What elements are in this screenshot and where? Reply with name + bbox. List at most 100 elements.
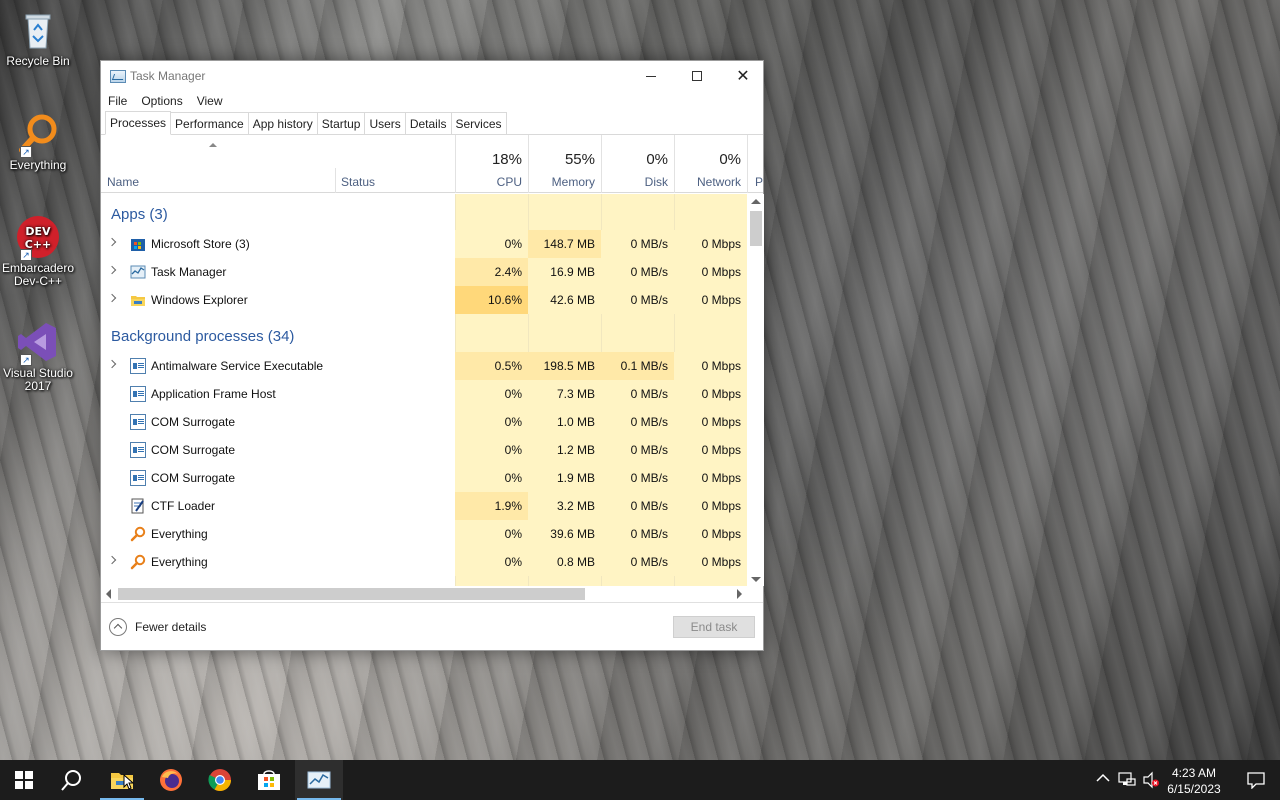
tab-startup[interactable]: Startup — [316, 112, 366, 134]
disk-value: 0 MB/s — [601, 436, 674, 464]
search-button[interactable] — [48, 760, 96, 800]
table-row[interactable]: COM Surrogate 0% 1.2 MB 0 MB/s 0 Mbps — [101, 436, 747, 464]
horizontal-scroll-thumb[interactable] — [118, 588, 585, 600]
folder-icon — [130, 292, 146, 308]
process-name: CTF Loader — [151, 499, 216, 513]
minimize-button[interactable] — [628, 61, 674, 91]
end-task-button[interactable]: End task — [673, 616, 755, 638]
table-row[interactable]: Application Frame Host 0% 7.3 MB 0 MB/s … — [101, 380, 747, 408]
desktop-icon-devcpp[interactable]: DEV C++ ↗ Embarcadero Dev-C++ — [2, 215, 74, 288]
process-list: Apps (3) Microsoft Store (3) 0% 148.7 MB… — [101, 194, 747, 586]
disk-value: 0 MB/s — [601, 230, 674, 258]
expand-chevron-icon[interactable] — [107, 293, 117, 303]
expand-chevron-icon[interactable] — [107, 359, 117, 369]
cpu-value: 0% — [455, 436, 528, 464]
mouse-cursor-icon — [123, 774, 135, 790]
cpu-value: 0.5% — [455, 352, 528, 380]
desktop-icon-label: Recycle Bin — [6, 54, 70, 68]
maximize-button[interactable] — [674, 61, 720, 91]
process-name: Everything — [151, 527, 208, 541]
minimize-icon — [646, 75, 656, 77]
close-button[interactable]: ✕ — [720, 61, 766, 91]
desktop-icon-label: Embarcadero Dev-C++ — [1, 261, 75, 288]
column-cpu[interactable]: 18% CPU — [455, 135, 528, 193]
menu-file[interactable]: File — [108, 94, 127, 108]
table-row[interactable]: Microsoft Store (3) 0% 148.7 MB 0 MB/s 0… — [101, 230, 747, 258]
firefox-icon — [160, 769, 182, 791]
scroll-down-arrow-icon[interactable] — [751, 577, 761, 582]
vertical-scroll-thumb[interactable] — [750, 211, 762, 246]
show-hidden-icons-chevron-icon[interactable] — [1096, 772, 1110, 786]
table-row[interactable]: Task Manager 2.4% 16.9 MB 0 MB/s 0 Mbps — [101, 258, 747, 286]
disk-value: 0.1 MB/s — [601, 352, 674, 380]
disk-value: 0 MB/s — [601, 492, 674, 520]
scroll-right-arrow-icon[interactable] — [737, 589, 742, 599]
taskbar-task-manager[interactable] — [295, 760, 343, 800]
desktop-icon-visual-studio[interactable]: ↗ Visual Studio 2017 — [2, 320, 74, 393]
tab-performance[interactable]: Performance — [170, 112, 249, 134]
column-disk[interactable]: 0% Disk — [601, 135, 674, 193]
tab-users[interactable]: Users — [364, 112, 406, 134]
volume-muted-icon[interactable] — [1142, 771, 1160, 792]
column-status[interactable]: Status — [335, 135, 455, 193]
desktop-icon-everything[interactable]: ↗ Everything — [2, 112, 74, 172]
service-window-icon — [130, 442, 146, 458]
desktop-icon-recycle-bin[interactable]: Recycle Bin — [2, 8, 74, 68]
column-memory[interactable]: 55% Memory — [528, 135, 601, 193]
expand-chevron-icon[interactable] — [107, 555, 117, 565]
process-name: COM Surrogate — [151, 443, 236, 457]
ctf-loader-icon — [130, 498, 146, 514]
network-value: 0 Mbps — [674, 230, 747, 258]
taskbar-microsoft-store[interactable] — [245, 760, 293, 800]
table-row[interactable]: Windows Explorer 10.6% 42.6 MB 0 MB/s 0 … — [101, 286, 747, 314]
start-button[interactable] — [0, 760, 48, 800]
cpu-value: 0% — [455, 408, 528, 436]
table-row[interactable]: COM Surrogate 0% 1.0 MB 0 MB/s 0 Mbps — [101, 408, 747, 436]
network-icon[interactable] — [1118, 771, 1136, 792]
fewer-details-button[interactable]: Fewer details — [109, 618, 206, 636]
system-tray — [1092, 760, 1162, 800]
vertical-scrollbar[interactable] — [748, 194, 764, 586]
table-row[interactable]: Everything 0% 0.8 MB 0 MB/s 0 Mbps — [101, 548, 747, 576]
disk-value: 0 MB/s — [601, 380, 674, 408]
menu-options[interactable]: Options — [141, 94, 182, 108]
table-row[interactable]: Antimalware Service Executable 0.5% 198.… — [101, 352, 747, 380]
column-name[interactable]: Name — [101, 135, 335, 193]
microsoft-store-icon — [130, 236, 146, 252]
table-row[interactable]: COM Surrogate 0% 1.9 MB 0 MB/s 0 Mbps — [101, 464, 747, 492]
taskbar-firefox[interactable] — [147, 760, 195, 800]
tab-strip: Processes Performance App history Startu… — [101, 111, 763, 135]
cpu-value: 2.4% — [455, 258, 528, 286]
taskbar-clock[interactable]: 4:23 AM 6/15/2023 — [1164, 765, 1224, 797]
taskbar-chrome[interactable] — [196, 760, 244, 800]
network-value: 0 Mbps — [674, 436, 747, 464]
notification-center-button[interactable] — [1232, 760, 1280, 800]
column-network[interactable]: 0% Network — [674, 135, 747, 193]
scroll-up-arrow-icon[interactable] — [751, 199, 761, 204]
desktop-icon-label: Everything — [9, 158, 67, 172]
expand-chevron-icon[interactable] — [107, 265, 117, 275]
cpu-value: 0% — [455, 230, 528, 258]
memory-value: 42.6 MB — [528, 286, 601, 314]
memory-value: 7.3 MB — [528, 380, 601, 408]
taskbar-file-explorer[interactable] — [98, 760, 146, 800]
expand-chevron-icon[interactable] — [107, 237, 117, 247]
column-power-truncated[interactable]: P — [747, 135, 763, 193]
devcpp-icon: DEV C++ ↗ — [16, 215, 60, 261]
tab-services[interactable]: Services — [450, 112, 507, 134]
everything-magnifier-icon: ↗ — [16, 112, 60, 158]
tab-details[interactable]: Details — [404, 112, 452, 134]
title-bar[interactable]: Task Manager ✕ — [101, 61, 763, 91]
memory-value: 198.5 MB — [528, 352, 601, 380]
cpu-value: 0% — [455, 548, 528, 576]
scroll-left-arrow-icon[interactable] — [106, 589, 111, 599]
table-row[interactable]: CTF Loader 1.9% 3.2 MB 0 MB/s 0 Mbps — [101, 492, 747, 520]
tab-processes[interactable]: Processes — [105, 111, 172, 135]
menu-view[interactable]: View — [197, 94, 223, 108]
cpu-value: 0% — [455, 520, 528, 548]
table-row[interactable]: Everything 0% 39.6 MB 0 MB/s 0 Mbps — [101, 520, 747, 548]
tab-app-history[interactable]: App history — [247, 112, 318, 134]
horizontal-scrollbar[interactable] — [101, 586, 747, 602]
memory-value: 0.8 MB — [528, 548, 601, 576]
taskbar: 4:23 AM 6/15/2023 — [0, 760, 1280, 800]
